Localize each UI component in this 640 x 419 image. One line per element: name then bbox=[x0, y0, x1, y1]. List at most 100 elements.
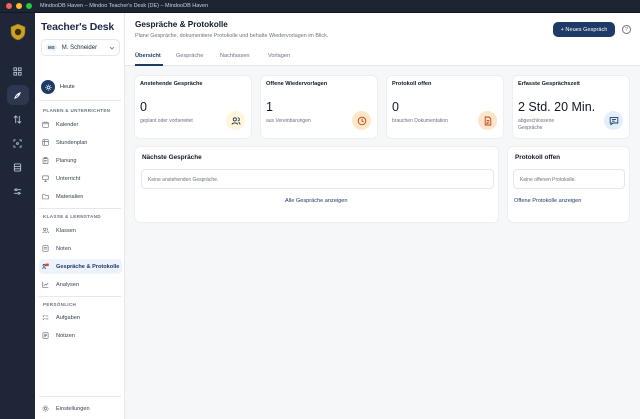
active-tab-indicator bbox=[135, 64, 163, 66]
sidebar-divider bbox=[39, 396, 121, 397]
document-icon bbox=[478, 111, 497, 130]
sidebar-item-label: Klassen bbox=[56, 227, 76, 234]
rail-sync-button[interactable] bbox=[7, 109, 29, 129]
sun-icon bbox=[44, 83, 52, 91]
empty-state-text: Keine offenen Protokolle. bbox=[520, 177, 576, 183]
sidebar-item-unterricht[interactable]: Unterricht bbox=[39, 171, 122, 186]
sidebar-item-label: Kalender bbox=[56, 121, 79, 128]
sidebar-item-label: Unterricht bbox=[56, 175, 81, 182]
scan-icon bbox=[13, 138, 22, 148]
main-content: Gespräche & Protokolle Plane Gespräche, … bbox=[125, 13, 640, 419]
sidebar-item-notizen[interactable]: Notizen bbox=[39, 328, 122, 343]
window-titlebar: MindooDB Haven – Mindoo Teacher's Desk (… bbox=[0, 0, 640, 13]
rail-settings-button[interactable] bbox=[7, 181, 29, 201]
stat-value: 0 bbox=[392, 100, 399, 114]
sidebar-item-kalender[interactable]: Kalender bbox=[39, 117, 122, 132]
tab-vorlagen[interactable]: Vorlagen bbox=[268, 53, 290, 59]
calendar-icon bbox=[42, 121, 49, 128]
sidebar-item-stundenplan[interactable]: Stundenplan bbox=[39, 135, 122, 150]
user-selector[interactable]: MS M. Schneider bbox=[41, 39, 120, 56]
app-rail bbox=[0, 13, 35, 419]
empty-state-box: Keine anstehenden Gespräche. bbox=[141, 169, 494, 189]
chevron-down-icon bbox=[109, 46, 115, 50]
chat-icon bbox=[604, 111, 623, 130]
stat-title: Erfasste Gesprächszeit bbox=[518, 81, 580, 87]
new-conversation-button[interactable]: + Neues Gespräch bbox=[553, 22, 615, 37]
tab-gespraeche[interactable]: Gespräche bbox=[176, 53, 203, 59]
presentation-icon bbox=[42, 175, 49, 182]
panel-title: Nächste Gespräche bbox=[142, 154, 202, 161]
schedule-icon bbox=[42, 139, 49, 146]
minimize-window-button[interactable] bbox=[16, 3, 22, 9]
maximize-window-button[interactable] bbox=[26, 3, 32, 9]
folder-icon bbox=[42, 194, 49, 200]
rail-dashboard-button[interactable] bbox=[7, 61, 29, 81]
stat-description: brauchen Dokumentation bbox=[392, 118, 448, 124]
app-logo-icon bbox=[10, 23, 25, 41]
chart-icon bbox=[42, 281, 49, 288]
empty-state-box: Keine offenen Protokolle. bbox=[513, 169, 625, 189]
open-protocols-link[interactable]: Offene Protokolle anzeigen bbox=[514, 198, 581, 204]
stat-title: Anstehende Gespräche bbox=[140, 81, 203, 87]
sidebar-item-analysen[interactable]: Analysen bbox=[39, 277, 122, 292]
sidebar-item-einstellungen[interactable]: Einstellungen bbox=[39, 401, 122, 416]
grid-icon bbox=[13, 66, 22, 76]
sidebar-divider bbox=[39, 296, 121, 297]
tab-nachfassen[interactable]: Nachfassen bbox=[220, 53, 250, 59]
panel-title: Protokoll offen bbox=[515, 154, 561, 161]
stat-description: abgeschlossene Gespräche bbox=[518, 118, 555, 131]
close-window-button[interactable] bbox=[6, 3, 12, 9]
users-icon bbox=[42, 227, 49, 234]
tab-uebersicht[interactable]: Übersicht bbox=[135, 53, 161, 59]
sidebar-item-klassen[interactable]: Klassen bbox=[39, 223, 122, 238]
users-icon bbox=[226, 111, 245, 130]
sidebar-item-aufgaben[interactable]: Aufgaben bbox=[39, 310, 122, 325]
sliders-icon bbox=[13, 187, 22, 195]
today-icon-badge bbox=[41, 80, 55, 94]
clock-icon bbox=[352, 111, 371, 130]
people-talk-icon bbox=[42, 263, 49, 269]
sidebar-item-heute[interactable]: Heute bbox=[41, 80, 75, 94]
stat-description: geplant oder vorbereitet bbox=[140, 118, 193, 124]
sidebar-item-noten[interactable]: Noten bbox=[39, 241, 122, 256]
sidebar-item-materialien[interactable]: Materialien bbox=[39, 189, 122, 204]
rail-scan-button[interactable] bbox=[7, 133, 29, 153]
stat-value: 2 Std. 20 Min. bbox=[518, 100, 596, 114]
sidebar-item-label: Aufgaben bbox=[56, 314, 80, 321]
sidebar-item-label: Heute bbox=[60, 84, 75, 90]
all-conversations-link[interactable]: Alle Gespräche anzeigen bbox=[285, 198, 348, 204]
sidebar-item-label: Notizen bbox=[56, 332, 75, 339]
stat-card-talk-time: Erfasste Gesprächszeit 2 Std. 20 Min. ab… bbox=[512, 75, 630, 139]
sidebar-divider bbox=[39, 208, 121, 209]
sidebar-item-label: Planung bbox=[56, 157, 77, 164]
stat-card-protocol-open: Protokoll offen 0 brauchen Dokumentation bbox=[386, 75, 504, 139]
page-title: Gespräche & Protokolle bbox=[135, 20, 228, 29]
upcoming-conversations-panel: Nächste Gespräche Keine anstehenden Gesp… bbox=[134, 146, 499, 223]
note-icon bbox=[42, 245, 49, 252]
brand-title: Teacher's Desk bbox=[41, 21, 115, 33]
section-persoenlich-title: Persönlich bbox=[43, 302, 77, 307]
section-klasse-title: Klasse & Lernstand bbox=[43, 214, 101, 219]
stat-value: 1 bbox=[266, 100, 273, 114]
user-name: M. Schneider bbox=[61, 44, 98, 51]
page-header: Gespräche & Protokolle Plane Gespräche, … bbox=[125, 13, 640, 46]
stat-card-followups: Offene Wiedervorlagen 1 aus Vereinbarung… bbox=[260, 75, 378, 139]
sidebar-item-planung[interactable]: Planung bbox=[39, 153, 122, 168]
gear-icon bbox=[42, 405, 49, 412]
empty-state-text: Keine anstehenden Gespräche. bbox=[148, 177, 219, 183]
rocket-icon bbox=[14, 91, 21, 99]
rail-database-button[interactable] bbox=[7, 157, 29, 177]
sidebar-divider bbox=[39, 100, 121, 101]
rail-teacher-desk-button[interactable] bbox=[6, 85, 29, 105]
help-icon[interactable]: ? bbox=[622, 25, 631, 34]
sidebar: Teacher's Desk MS M. Schneider Heute Pla… bbox=[35, 13, 125, 419]
sidebar-item-label: Noten bbox=[56, 245, 71, 252]
stat-title: Offene Wiedervorlagen bbox=[266, 81, 328, 87]
sidebar-item-label: Stundenplan bbox=[56, 139, 88, 146]
sidebar-item-label: Materialien bbox=[56, 193, 84, 200]
clipboard-icon bbox=[42, 157, 49, 164]
window-title: MindooDB Haven – Mindoo Teacher's Desk (… bbox=[40, 3, 209, 9]
window-controls bbox=[6, 3, 32, 9]
sidebar-item-label: Gespräche & Protokolle bbox=[56, 263, 120, 270]
sidebar-item-gespraeche-protokolle[interactable]: Gespräche & Protokolle bbox=[39, 259, 122, 274]
